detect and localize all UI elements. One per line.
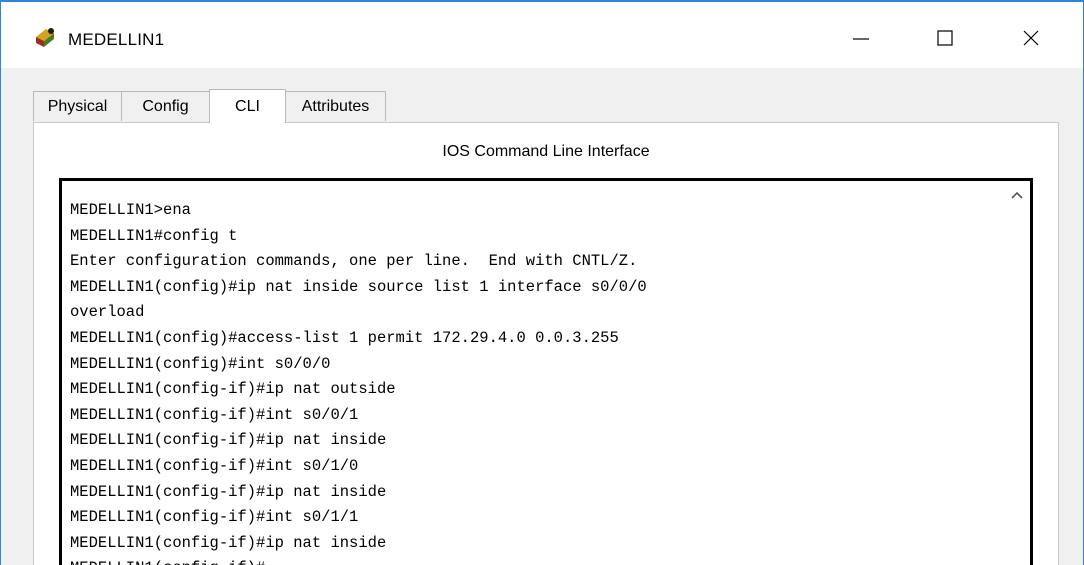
app-window: MEDELLIN1 Physical Config CLI Attributes xyxy=(0,0,1084,565)
terminal-line: MEDELLIN1(config)#access-list 1 permit 1… xyxy=(70,328,619,347)
content-area: Physical Config CLI Attributes IOS Comma… xyxy=(1,68,1083,565)
terminal-line: MEDELLIN1(config)#ip nat inside source l… xyxy=(70,277,647,296)
terminal-line: overload xyxy=(70,303,145,322)
terminal-line: MEDELLIN1>ena xyxy=(70,201,191,219)
minimize-button[interactable] xyxy=(831,16,891,60)
terminal-output: MEDELLIN1>ena MEDELLIN1#config t Enter con… xyxy=(70,198,647,565)
cli-panel: IOS Command Line Interface MEDELLIN1>ena… xyxy=(33,122,1059,565)
terminal-line: MEDELLIN1(config-if)#ip nat inside xyxy=(70,482,387,501)
terminal-line: Enter configuration commands, one per li… xyxy=(70,252,638,271)
cli-terminal[interactable]: MEDELLIN1>ena MEDELLIN1#config t Enter con… xyxy=(59,178,1033,565)
tab-cli[interactable]: CLI xyxy=(209,89,286,123)
maximize-icon xyxy=(937,30,953,46)
terminal-line: MEDELLIN1#config t xyxy=(70,226,238,245)
terminal-line: MEDELLIN1(config-if)# xyxy=(70,556,647,565)
router-device-icon xyxy=(36,28,54,47)
window-title: MEDELLIN1 xyxy=(68,30,165,49)
terminal-line: MEDELLIN1(config)#int s0/0/0 xyxy=(70,354,331,373)
minimize-icon xyxy=(853,38,869,40)
terminal-line: MEDELLIN1(config-if)#ip nat outside xyxy=(70,380,396,399)
terminal-line: MEDELLIN1(config-if)#ip nat inside xyxy=(70,431,387,450)
terminal-line: MEDELLIN1(config-if)#int s0/1/0 xyxy=(70,456,359,475)
close-icon xyxy=(1023,30,1039,46)
title-bar[interactable]: MEDELLIN1 xyxy=(1,2,1083,68)
cli-heading: IOS Command Line Interface xyxy=(442,143,650,160)
tab-physical[interactable]: Physical xyxy=(33,91,122,121)
terminal-line: MEDELLIN1(config-if)#int s0/0/1 xyxy=(70,405,359,424)
terminal-line: MEDELLIN1(config-if)#int s0/1/1 xyxy=(70,508,359,527)
close-button[interactable] xyxy=(1001,16,1061,60)
tab-config[interactable]: Config xyxy=(121,91,210,121)
scroll-up-arrow-icon[interactable] xyxy=(1010,189,1024,201)
maximize-button[interactable] xyxy=(915,16,975,60)
terminal-line: MEDELLIN1(config-if)#ip nat inside xyxy=(70,533,387,552)
tab-attributes[interactable]: Attributes xyxy=(285,91,386,121)
